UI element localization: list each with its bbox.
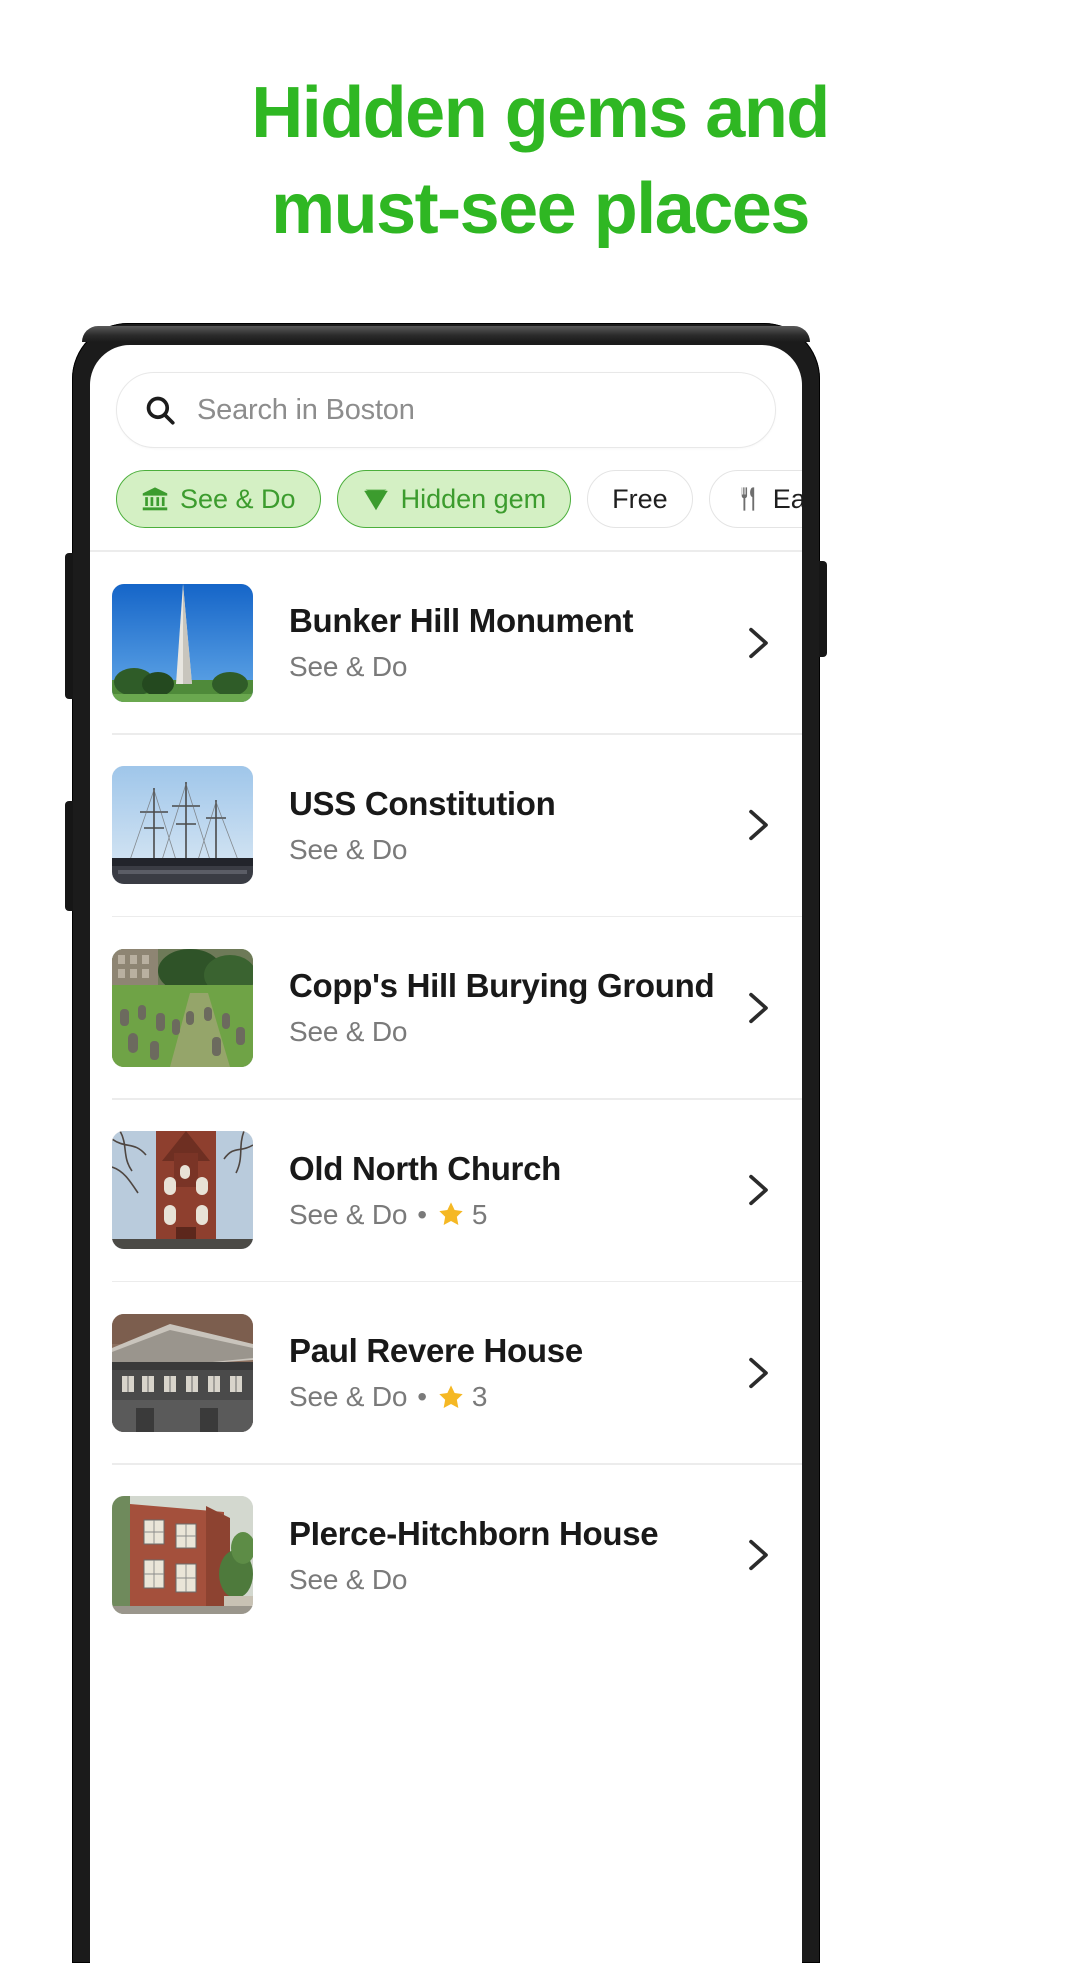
chevron-right-icon[interactable] [736, 805, 776, 845]
filter-chip-label: See & Do [180, 483, 296, 514]
chevron-right-icon[interactable] [736, 1535, 776, 1575]
chevron-right-icon[interactable] [736, 1353, 776, 1393]
place-info: Bunker Hill Monument See & Do [253, 601, 724, 683]
filter-chip-label: Eat [772, 483, 802, 514]
place-info: PIerce-Hitchborn House See & Do [253, 1514, 724, 1596]
place-subtitle: See & Do [289, 1015, 724, 1049]
subtitle-separator: • [417, 1381, 427, 1412]
place-rating: 3 [471, 1381, 488, 1412]
place-subtitle: See & Do • 5 [289, 1198, 724, 1232]
place-title: PIerce-Hitchborn House [289, 1514, 659, 1552]
list-item[interactable]: PIerce-Hitchborn House See & Do [90, 1464, 802, 1646]
place-subtitle: See & Do [289, 650, 724, 684]
place-info: Paul Revere House See & Do • 3 [253, 1331, 724, 1413]
place-thumbnail [112, 1496, 253, 1614]
search-input[interactable]: Search in Boston [116, 372, 776, 448]
place-subtitle: See & Do [289, 1563, 724, 1597]
volume-down-button[interactable] [65, 801, 73, 911]
gem-icon [362, 485, 390, 513]
volume-up-button[interactable] [65, 553, 73, 699]
list-item[interactable]: Old North Church See & Do • 5 [90, 1099, 802, 1281]
place-info: USS Constitution See & Do [253, 784, 724, 866]
search-placeholder: Search in Boston [197, 393, 415, 426]
place-category: See & Do [289, 1198, 408, 1230]
headline-line-1: Hidden gems and [251, 73, 830, 153]
filter-chip-label: Free [612, 483, 668, 514]
place-title: USS Constitution [289, 784, 556, 822]
power-button[interactable] [819, 561, 827, 657]
list-item[interactable]: Bunker Hill Monument See & Do [90, 552, 802, 733]
place-rating: 5 [471, 1198, 488, 1230]
headline-line-2: must-see places [271, 168, 810, 249]
place-list: Bunker Hill Monument See & Do USS Consti… [90, 552, 802, 1646]
place-thumbnail [112, 1313, 253, 1432]
search-icon [143, 393, 177, 427]
chevron-right-icon[interactable] [736, 1170, 776, 1210]
place-title: Copp's Hill Burying Ground [289, 967, 715, 1005]
filter-chips-row[interactable]: See & Do Hidden gem Free Ea [90, 448, 802, 550]
place-title: Old North Church [289, 1149, 562, 1187]
place-title: Bunker Hill Monument [289, 602, 634, 640]
place-category: See & Do [289, 1563, 408, 1595]
filter-chip-see-and-do[interactable]: See & Do [116, 470, 321, 528]
place-category: See & Do [289, 651, 408, 682]
list-item[interactable]: Paul Revere House See & Do • 3 [90, 1282, 802, 1463]
place-title: Paul Revere House [289, 1332, 583, 1370]
filter-chip-hidden-gem[interactable]: Hidden gem [336, 470, 572, 528]
place-category: See & Do [289, 833, 408, 865]
list-item[interactable]: Copp's Hill Burying Ground See & Do [90, 917, 802, 1098]
place-thumbnail [112, 766, 253, 884]
restaurant-icon [734, 485, 762, 513]
chevron-right-icon[interactable] [736, 623, 776, 663]
museum-icon [141, 485, 169, 513]
list-item[interactable]: USS Constitution See & Do [90, 734, 802, 916]
place-category: See & Do [289, 1381, 408, 1412]
filter-chip-eat[interactable]: Eat [708, 470, 802, 528]
subtitle-separator: • [417, 1198, 427, 1230]
place-thumbnail [112, 948, 253, 1067]
filter-chip-free[interactable]: Free [587, 470, 693, 528]
place-thumbnail [112, 583, 253, 702]
search-area: Search in Boston [90, 345, 802, 448]
place-subtitle: See & Do • 3 [289, 1380, 724, 1414]
place-thumbnail [112, 1131, 253, 1249]
star-icon [437, 1383, 465, 1411]
place-info: Copp's Hill Burying Ground See & Do [253, 966, 724, 1048]
place-info: Old North Church See & Do • 5 [253, 1149, 724, 1231]
chevron-right-icon[interactable] [736, 988, 776, 1028]
place-subtitle: See & Do [289, 833, 724, 867]
phone-screen: Search in Boston See & Do Hidden gem Fre… [90, 345, 802, 1963]
star-icon [437, 1200, 465, 1228]
filter-chip-label: Hidden gem [400, 483, 547, 514]
phone-mockup: Search in Boston See & Do Hidden gem Fre… [65, 323, 827, 1963]
page-title: Hidden gems and must-see places [0, 0, 1080, 258]
place-category: See & Do [289, 1016, 408, 1047]
